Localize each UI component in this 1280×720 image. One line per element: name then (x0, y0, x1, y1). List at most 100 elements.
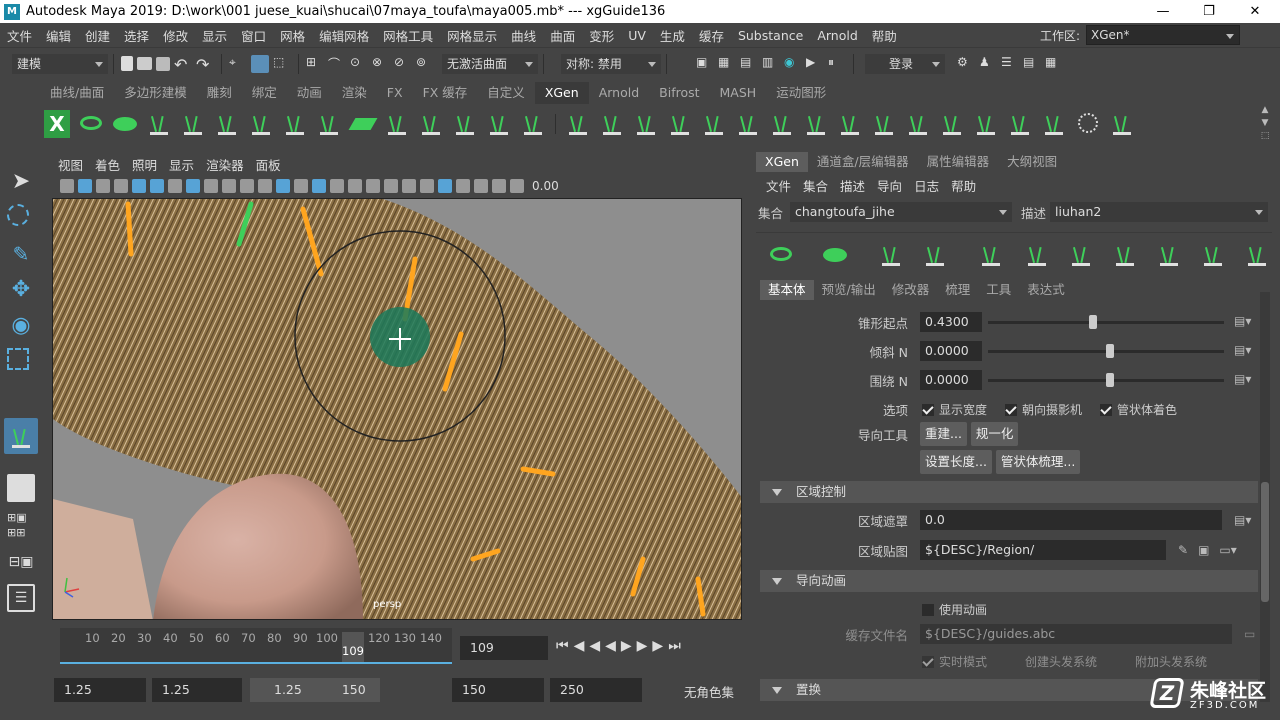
subtab-utilities[interactable]: 工具 (978, 280, 1019, 300)
guide-comb-icon[interactable] (418, 110, 444, 138)
tube-comb-button[interactable]: 管状体梳理... (995, 450, 1081, 474)
snap-curve-icon[interactable]: ⌒ (328, 55, 346, 73)
subtab-preview-output[interactable]: 预览/输出 (814, 280, 884, 300)
region-control-section[interactable]: 区域控制 (760, 481, 1258, 503)
shelf-tab-poly[interactable]: 多边形建模 (114, 82, 197, 104)
guide-bend-icon[interactable] (316, 110, 342, 138)
guide-tube-icon[interactable] (452, 110, 478, 138)
anim-start-field[interactable]: 1.25 (54, 678, 146, 702)
render-frame-icon[interactable]: ▣ (696, 55, 714, 73)
snap-view-icon[interactable]: ⊗ (372, 55, 390, 73)
rebuild-button[interactable]: 重建... (920, 422, 967, 446)
xgen-preview-icon[interactable] (78, 110, 104, 138)
shelf-tab-arnold[interactable]: Arnold (589, 82, 649, 104)
slider-knob[interactable] (1106, 373, 1114, 387)
show-width-checkbox[interactable] (922, 403, 934, 416)
menu-display[interactable]: 显示 (195, 26, 234, 45)
tilt-slider[interactable] (988, 344, 1224, 358)
attribute-editor-icon[interactable]: ☰ (1001, 55, 1019, 73)
add-guide-icon[interactable] (878, 241, 904, 269)
ambient-occlusion-icon[interactable] (402, 179, 416, 193)
region-map-field[interactable]: ${DESC}/Region/ (920, 540, 1166, 560)
vp-menu-view[interactable]: 视图 (52, 155, 89, 174)
wireframe-on-shaded-icon[interactable] (330, 179, 344, 193)
xgen-menu-file[interactable]: 文件 (760, 176, 797, 195)
guide-move-icon[interactable] (214, 110, 240, 138)
menu-arnold[interactable]: Arnold (810, 28, 864, 43)
snap-live-icon[interactable]: ⊚ (416, 55, 434, 73)
guide-length-icon[interactable] (1156, 241, 1182, 269)
region-mask-field[interactable]: 0.0 (920, 510, 1222, 530)
groom-cut-icon[interactable] (735, 110, 761, 138)
ipr-render-icon[interactable]: ▤ (740, 55, 758, 73)
mode-dropdown[interactable]: 建模 (12, 53, 108, 74)
subtab-grooming[interactable]: 梳理 (937, 280, 978, 300)
vp-menu-show[interactable]: 显示 (163, 155, 200, 174)
move-tool-icon[interactable]: ✥ (7, 276, 35, 304)
guide-lock-icon[interactable] (282, 110, 308, 138)
groom-length-icon[interactable] (701, 110, 727, 138)
shelf-scroll[interactable]: ▲ ▼ ⬚ (1258, 104, 1272, 144)
tab-outliner[interactable]: 大纲视图 (998, 152, 1066, 172)
field-chart-icon[interactable] (240, 179, 254, 193)
camera-attr-icon[interactable] (78, 179, 92, 193)
save-scene-icon[interactable] (156, 56, 170, 71)
live-mode-checkbox[interactable] (922, 655, 934, 668)
groom-freeze-icon[interactable] (939, 110, 965, 138)
motion-blur-icon[interactable] (420, 179, 434, 193)
current-frame-field[interactable]: 109 (460, 636, 548, 660)
restore-button[interactable]: ❐ (1186, 0, 1232, 23)
guide-insert-icon[interactable] (180, 110, 206, 138)
arnold-render-icon[interactable]: ▶ (806, 55, 824, 73)
undo-icon[interactable]: ↶ (174, 55, 192, 74)
isolate-select-icon[interactable] (456, 179, 470, 193)
save-map-icon[interactable]: ▣ (1198, 543, 1209, 557)
menu-select[interactable]: 选择 (117, 26, 156, 45)
map-options-icon[interactable]: ▤▾ (1234, 314, 1251, 328)
menu-help[interactable]: 帮助 (865, 26, 904, 45)
render-view-icon[interactable]: ▦ (718, 55, 736, 73)
menu-modify[interactable]: 修改 (156, 26, 195, 45)
menu-window[interactable]: 窗口 (234, 26, 273, 45)
smooth-shade-icon[interactable] (312, 179, 326, 193)
layout-grid-icon[interactable]: ⊞▣ ⊞⊞ (7, 510, 35, 540)
menu-create[interactable]: 创建 (78, 26, 117, 45)
shelf-tab-fx[interactable]: FX (377, 82, 413, 104)
hypershade-icon[interactable]: ◉ (784, 55, 802, 73)
move-guide-icon[interactable] (978, 241, 1004, 269)
redo-icon[interactable]: ↷ (196, 55, 214, 74)
shelf-tab-sculpt[interactable]: 雕刻 (197, 82, 242, 104)
normalize-button[interactable]: 规一化 (970, 422, 1019, 446)
shelf-tab-xgen[interactable]: XGen (534, 82, 589, 104)
camera-icon[interactable] (60, 179, 74, 193)
outliner-layout-icon[interactable]: ⊟▣ (7, 548, 35, 576)
xgen-menu-description[interactable]: 描述 (834, 176, 871, 195)
collection-dropdown[interactable]: changtoufa_jihe (790, 202, 1012, 222)
menu-cache[interactable]: 缓存 (692, 26, 731, 45)
menu-surfaces[interactable]: 曲面 (543, 26, 582, 45)
grease-pencil-icon[interactable] (150, 179, 164, 193)
playback-end-field[interactable]: 150 (452, 678, 544, 702)
groom-select-icon[interactable] (667, 110, 693, 138)
guide-export-icon[interactable] (520, 110, 546, 138)
groom-add-icon[interactable] (599, 110, 625, 138)
open-folder-icon[interactable]: ▭ (1244, 627, 1255, 641)
taper-start-slider[interactable] (988, 315, 1224, 329)
guide-visibility-icon[interactable] (248, 110, 274, 138)
minimize-button[interactable]: — (1140, 0, 1186, 23)
twist-field[interactable]: 0.0000 (920, 370, 982, 390)
shadows-icon[interactable] (384, 179, 398, 193)
menu-mesh-display[interactable]: 网格显示 (440, 26, 504, 45)
groom-attract-icon[interactable] (1041, 110, 1067, 138)
exposure-icon[interactable] (510, 179, 524, 193)
film-gate-icon[interactable] (186, 179, 200, 193)
render-settings-icon[interactable]: ▥ (762, 55, 780, 73)
snap-surface-icon[interactable]: ⊘ (394, 55, 412, 73)
create-hair-system-button[interactable]: 创建头发系统 (1025, 653, 1097, 670)
2d-pan-icon[interactable] (132, 179, 146, 193)
select-hierarchy-icon[interactable]: ⌖ (229, 55, 247, 73)
anim-end-field[interactable]: 250 (550, 678, 642, 702)
xray-icon[interactable] (438, 179, 452, 193)
xgen-menu-help[interactable]: 帮助 (945, 176, 982, 195)
guide-rebuild-icon[interactable] (486, 110, 512, 138)
